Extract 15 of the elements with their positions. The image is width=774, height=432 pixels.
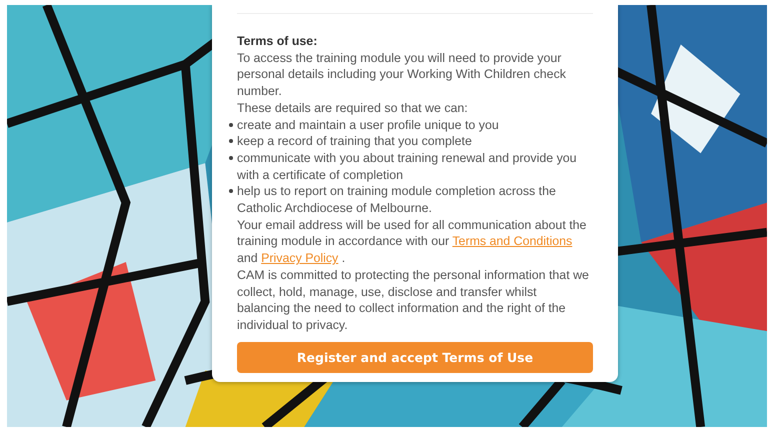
policy-link[interactable]: Terms and Conditions	[452, 234, 572, 248]
purpose-item: help us to report on training module completion across the Catholic Archdiocese of Melbourne.	[237, 183, 557, 217]
purpose-item: create and maintain a user profile unique to you	[237, 116, 499, 134]
policy-link[interactable]: Privacy Policy	[261, 251, 338, 266]
bullet-icon	[229, 139, 233, 144]
bullet-icon	[229, 156, 233, 160]
register-button[interactable]: Register and accept Terms of Use	[237, 342, 593, 373]
bullet-icon	[229, 189, 233, 194]
privacy-statement: CAM is committed to protecting the personal information that we collect, hold, manage, use, disclose and transfer whilst balancing the need to collect information and the right of the individual to privacy.	[237, 266, 590, 334]
purpose-item: keep a record of training that you complete	[237, 133, 472, 150]
email-notice: Your email address will be used for all communication about the training module in accordance with our Terms and Conditions and Privacy Policy .	[237, 216, 588, 267]
terms-title: Terms of use:	[237, 33, 318, 50]
intro-paragraph: To access the training module you will need to provide your personal details including your Working With Children check number.	[237, 50, 567, 100]
purposes-lead: These details are required so that we can:	[237, 100, 469, 117]
bullet-icon	[229, 122, 233, 127]
